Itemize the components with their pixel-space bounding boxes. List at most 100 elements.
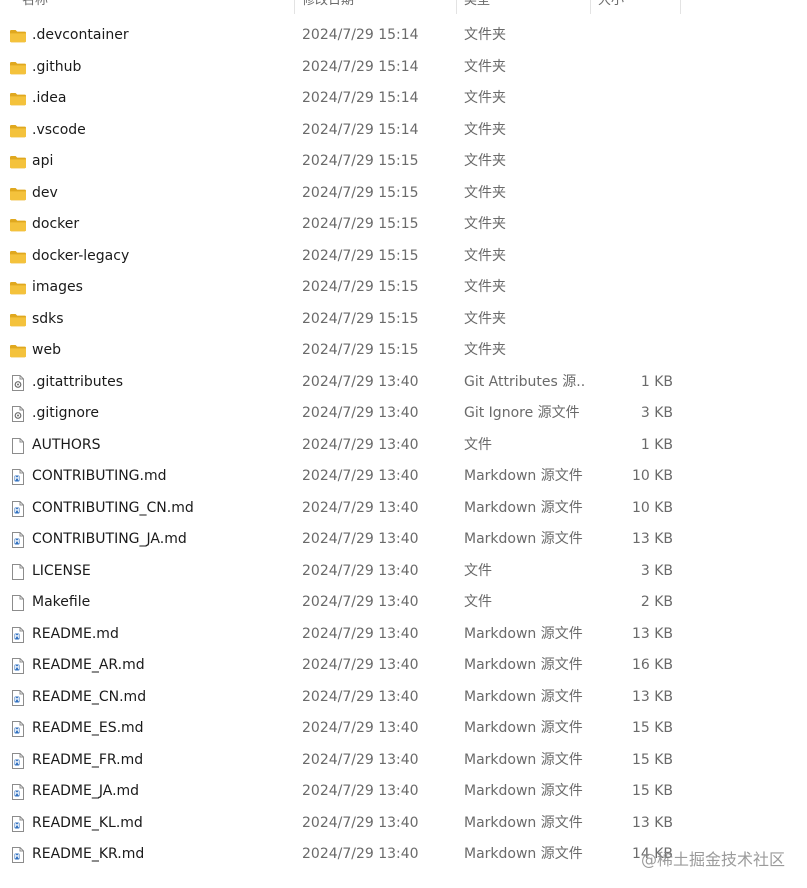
file-size — [592, 52, 673, 84]
markdown-file-icon — [9, 657, 27, 675]
file-date-modified: 2024/7/29 13:40 — [302, 688, 419, 705]
file-type: Markdown 源文件 — [464, 720, 583, 736]
file-type: 文件夹 — [464, 247, 506, 264]
file-name: README_JA.md — [32, 783, 140, 799]
file-date-modified: 2024/7/29 13:40 — [302, 751, 419, 768]
file-row[interactable]: AUTHORS 2024/7/29 13:40 文件 1 KB — [0, 430, 807, 462]
file-date-modified: 2024/7/29 15:14 — [302, 121, 419, 138]
file-row[interactable]: CONTRIBUTING_JA.md 2024/7/29 13:40 Markdow… — [0, 524, 807, 556]
file-date-modified: 2024/7/29 15:15 — [302, 247, 419, 264]
file-name: .vscode — [32, 121, 86, 138]
file-row[interactable]: .github 2024/7/29 15:14 文件夹 — [0, 52, 807, 84]
file-type: 文件夹 — [464, 279, 506, 295]
file-row[interactable]: README_AR.md 2024/7/29 13:40 Markdown 源文件 1… — [0, 650, 807, 682]
column-divider[interactable] — [590, 0, 591, 14]
markdown-file-icon — [9, 783, 27, 801]
file-type: 文件 — [464, 594, 492, 610]
file-size: 3 KB — [640, 562, 673, 579]
file-type: Markdown 源文件 — [464, 783, 583, 799]
folder-icon — [9, 342, 27, 360]
file-name: README_AR.md — [32, 657, 145, 673]
markdown-file-icon — [9, 689, 27, 707]
file-name: images — [32, 279, 83, 295]
file-name: AUTHORS — [32, 436, 101, 453]
file-row[interactable]: .devcontainer 2024/7/29 15:14 文件夹 — [0, 20, 807, 52]
file-type: Markdown 源文件 — [464, 468, 583, 484]
config-file-icon — [9, 405, 27, 423]
file-name: .idea — [32, 90, 67, 106]
file-name: sdks — [32, 310, 64, 327]
file-row[interactable]: Makefile 2024/7/29 13:40 文件 2 KB — [0, 587, 807, 619]
file-size: 15 KB — [631, 783, 673, 799]
file-name: .devcontainer — [32, 27, 129, 43]
column-divider[interactable] — [680, 0, 681, 14]
file-date-modified: 2024/7/29 13:40 — [302, 499, 419, 516]
column-header-type[interactable]: 类型 — [464, 0, 490, 14]
file-row[interactable]: README_FR.md 2024/7/29 13:40 Markdown 源文件 1… — [0, 745, 807, 777]
file-row[interactable]: README_ES.md 2024/7/29 13:40 Markdown 源文件 1… — [0, 713, 807, 745]
column-header-size[interactable]: 大小 — [598, 0, 624, 14]
file-row[interactable]: README_KL.md 2024/7/29 13:40 Markdown 源文件 1… — [0, 808, 807, 840]
file-date-modified: 2024/7/29 13:40 — [302, 657, 419, 673]
file-date-modified: 2024/7/29 13:40 — [302, 405, 419, 421]
column-header-bar: 名称 修改日期 类型 大小 — [0, 0, 807, 14]
file-name: CONTRIBUTING_CN.md — [32, 499, 194, 516]
file-row[interactable]: web 2024/7/29 15:15 文件夹 — [0, 335, 807, 367]
folder-icon — [9, 216, 27, 234]
markdown-file-icon — [9, 468, 27, 486]
file-name: docker-legacy — [32, 247, 130, 264]
file-size — [592, 209, 673, 241]
file-row[interactable]: docker 2024/7/29 15:15 文件夹 — [0, 209, 807, 241]
file-row[interactable]: README.md 2024/7/29 13:40 Markdown 源文件 13 K… — [0, 619, 807, 651]
file-row[interactable]: dev 2024/7/29 15:15 文件夹 — [0, 178, 807, 210]
file-date-modified: 2024/7/29 15:14 — [302, 90, 419, 106]
column-header-name[interactable]: 名称 — [22, 0, 48, 14]
file-size: 1 KB — [640, 436, 673, 453]
file-row[interactable]: README_CN.md 2024/7/29 13:40 Markdown 源文件 1… — [0, 682, 807, 714]
file-type: Markdown 源文件 — [464, 499, 583, 516]
blank-file-icon — [9, 594, 27, 612]
file-type: Markdown 源文件 — [464, 814, 583, 831]
file-name: README_FR.md — [32, 751, 144, 768]
file-size: 10 KB — [631, 468, 673, 484]
column-divider[interactable] — [456, 0, 457, 14]
file-date-modified: 2024/7/29 13:40 — [302, 783, 419, 799]
file-size: 2 KB — [640, 594, 673, 610]
folder-icon — [9, 122, 27, 140]
file-row[interactable]: .gitattributes 2024/7/29 13:40 Git Attribu… — [0, 367, 807, 399]
file-row[interactable]: .vscode 2024/7/29 15:14 文件夹 — [0, 115, 807, 147]
file-row[interactable]: .gitignore 2024/7/29 13:40 Git Ignore 源文件 3… — [0, 398, 807, 430]
file-row[interactable]: README_JA.md 2024/7/29 13:40 Markdown 源文件 1… — [0, 776, 807, 808]
file-name: .github — [32, 58, 82, 75]
folder-icon — [9, 153, 27, 171]
file-row[interactable]: LICENSE 2024/7/29 13:40 文件 3 KB — [0, 556, 807, 588]
file-row[interactable]: .idea 2024/7/29 15:14 文件夹 — [0, 83, 807, 115]
markdown-file-icon — [9, 531, 27, 549]
file-date-modified: 2024/7/29 13:40 — [302, 531, 419, 547]
file-name: .gitattributes — [32, 373, 124, 390]
watermark: @稀土掘金技术社区 — [640, 850, 785, 869]
file-date-modified: 2024/7/29 15:15 — [302, 310, 419, 327]
file-type: 文件夹 — [464, 27, 506, 43]
file-name: docker — [32, 216, 80, 232]
file-size: 3 KB — [640, 405, 673, 421]
file-date-modified: 2024/7/29 13:40 — [302, 562, 419, 579]
file-row[interactable]: docker-legacy 2024/7/29 15:15 文件夹 — [0, 241, 807, 273]
file-row[interactable]: api 2024/7/29 15:15 文件夹 — [0, 146, 807, 178]
blank-file-icon — [9, 563, 27, 581]
file-name: README_KR.md — [32, 846, 145, 862]
column-header-date[interactable]: 修改日期 — [302, 0, 354, 14]
markdown-file-icon — [9, 626, 27, 644]
column-divider[interactable] — [294, 0, 295, 14]
file-row[interactable]: CONTRIBUTING_CN.md 2024/7/29 13:40 Markdow… — [0, 493, 807, 525]
file-type: 文件夹 — [464, 58, 506, 75]
file-date-modified: 2024/7/29 13:40 — [302, 436, 419, 453]
folder-icon — [9, 185, 27, 203]
file-row[interactable]: sdks 2024/7/29 15:15 文件夹 — [0, 304, 807, 336]
file-date-modified: 2024/7/29 13:40 — [302, 373, 419, 390]
markdown-file-icon — [9, 720, 27, 738]
markdown-file-icon — [9, 500, 27, 518]
file-row[interactable]: CONTRIBUTING.md 2024/7/29 13:40 Markdown 源… — [0, 461, 807, 493]
file-row[interactable]: images 2024/7/29 15:15 文件夹 — [0, 272, 807, 304]
file-date-modified: 2024/7/29 15:15 — [302, 342, 419, 358]
